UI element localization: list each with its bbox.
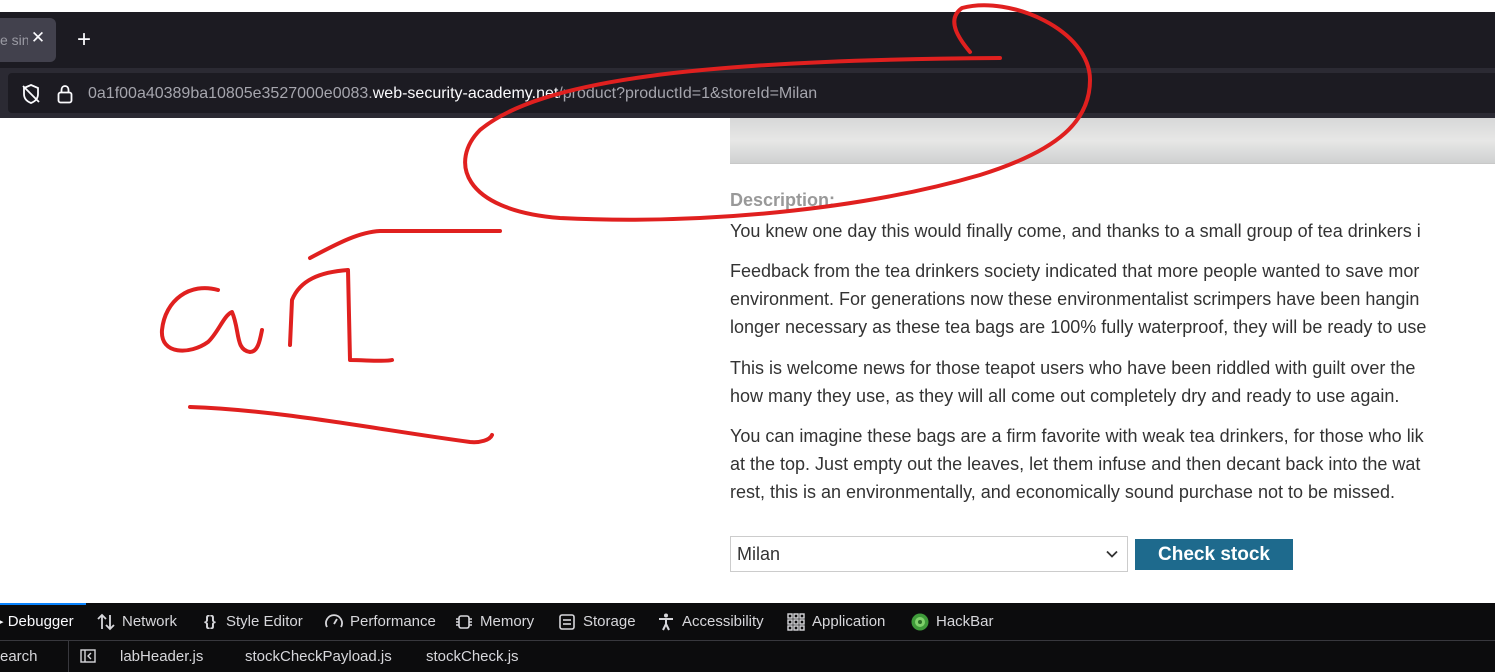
new-tab-button[interactable]: + <box>72 28 96 53</box>
tab-label: Performance <box>350 613 436 630</box>
tracking-protection-shield-icon[interactable] <box>20 83 42 105</box>
browser-tab[interactable]: e sin ✕ <box>0 18 56 62</box>
description-paragraph: You knew one day this would finally come… <box>730 221 1421 241</box>
store-select[interactable]: Milan <box>730 536 1128 572</box>
tab-application[interactable]: Application <box>786 603 885 640</box>
navigation-bar: 0a1f00a40389ba10805e3527000e0083.web-sec… <box>0 68 1495 118</box>
tab-debugger[interactable]: ▸ Debugger <box>0 603 86 640</box>
chevron-down-icon <box>1106 550 1118 558</box>
window-top-strip <box>0 0 1495 12</box>
tab-bar: e sin ✕ + <box>0 12 1495 68</box>
url-prefix: 0a1f00a40389ba10805e3527000e0083. <box>88 85 373 102</box>
url-host: web-security-academy.net <box>372 85 559 102</box>
store-select-value: Milan <box>737 544 781 564</box>
tab-label: Accessibility <box>682 613 764 630</box>
tab-title: e sin <box>0 32 28 48</box>
tab-hackbar[interactable]: HackBar <box>910 603 994 640</box>
gauge-icon <box>325 614 343 628</box>
devtools-panel: ▸ Debugger Network {} Style Editor Perfor… <box>0 603 1495 672</box>
debugger-icon: ▸ <box>0 613 8 630</box>
sidebar-toggle-icon[interactable] <box>80 649 96 663</box>
product-image <box>730 118 1495 164</box>
description-paragraph: You can imagine these bags are a firm fa… <box>730 426 1424 502</box>
tab-label: Debugger <box>7 613 74 630</box>
url-text[interactable]: 0a1f00a40389ba10805e3527000e0083.web-sec… <box>88 84 817 104</box>
grid-icon <box>787 613 805 631</box>
file-tab[interactable]: labHeader.js <box>120 641 203 672</box>
tab-label: Memory <box>480 613 535 630</box>
tab-accessibility[interactable]: Accessibility <box>656 603 764 640</box>
description-paragraph: Feedback from the tea drinkers society i… <box>730 261 1427 337</box>
tab-storage[interactable]: Storage <box>557 603 636 640</box>
tab-close-icon[interactable]: ✕ <box>30 29 46 47</box>
description-paragraph: This is welcome news for those teapot us… <box>730 358 1416 406</box>
check-stock-button[interactable]: Check stock <box>1135 539 1293 570</box>
url-bar[interactable]: 0a1f00a40389ba10805e3527000e0083.web-sec… <box>8 73 1495 113</box>
hackbar-icon <box>911 613 929 631</box>
page-content: Description: You knew one day this would… <box>0 118 1495 603</box>
tab-performance[interactable]: Performance <box>324 603 436 640</box>
url-path: /product?productId=1&storeId=Milan <box>558 85 818 102</box>
tab-network[interactable]: Network <box>96 603 177 640</box>
devtools-toolbar: ▸ Debugger Network {} Style Editor Perfor… <box>0 603 1495 641</box>
storage-icon <box>559 614 575 630</box>
tab-label: Style Editor <box>226 613 303 630</box>
tab-label: Storage <box>583 613 636 630</box>
tab-label: Application <box>812 613 886 630</box>
debugger-file-tabs: earch labHeader.js stockCheckPayload.js … <box>0 641 1495 672</box>
accessibility-icon <box>659 613 673 631</box>
tab-memory[interactable]: Memory <box>454 603 534 640</box>
file-tab[interactable]: stockCheck.js <box>426 641 519 672</box>
tab-style-editor[interactable]: {} Style Editor <box>200 603 303 640</box>
file-tab[interactable]: stockCheckPayload.js <box>245 641 392 672</box>
search-label[interactable]: earch <box>0 641 69 672</box>
description-heading: Description: <box>730 190 836 210</box>
lock-icon[interactable] <box>56 84 74 104</box>
tab-label: Network <box>122 613 178 630</box>
chip-icon <box>456 615 472 629</box>
network-arrows-icon <box>97 613 115 631</box>
tab-label: HackBar <box>936 613 994 630</box>
braces-icon: {} <box>204 613 216 631</box>
